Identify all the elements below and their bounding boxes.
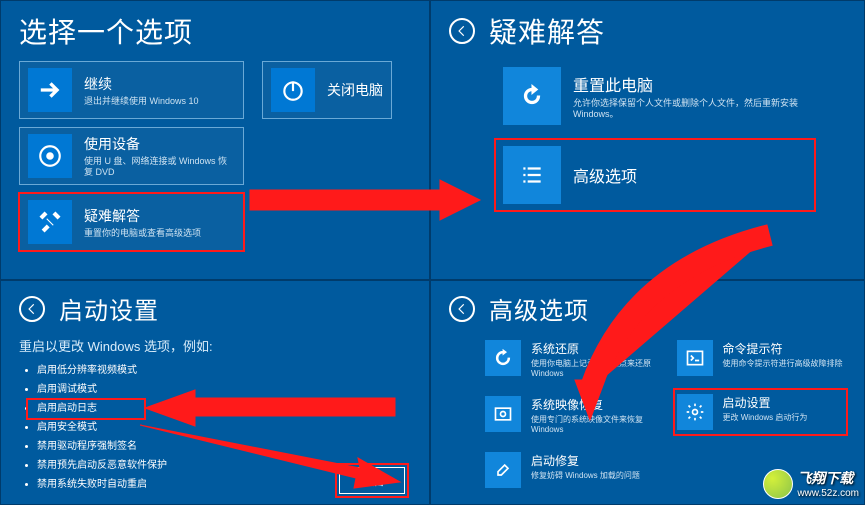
- watermark: 飞翔下载 www.52z.com: [763, 468, 859, 499]
- tile-reset-desc: 允许你选择保留个人文件或删除个人文件，然后重新安装 Windows。: [573, 98, 803, 120]
- back-button[interactable]: [449, 296, 475, 322]
- tile-continue[interactable]: 继续 退出并继续使用 Windows 10: [19, 61, 244, 119]
- repair-desc: 修复妨碍 Windows 加载的问题: [531, 471, 640, 481]
- tile-troubleshoot-label: 疑难解答: [84, 206, 201, 226]
- back-button[interactable]: [449, 18, 475, 44]
- annotation-box: [26, 398, 146, 420]
- restore-icon: [485, 340, 521, 376]
- back-button[interactable]: [19, 296, 45, 322]
- panel1-title: 选择一个选项: [19, 11, 193, 51]
- list-icon: [503, 146, 561, 204]
- panel-choose-option: 选择一个选项 继续 退出并继续使用 Windows 10: [0, 0, 430, 280]
- power-icon: [271, 68, 315, 112]
- repair-label: 启动修复: [531, 452, 640, 469]
- tile-shutdown-label: 关闭电脑: [327, 80, 383, 100]
- tile-continue-desc: 退出并继续使用 Windows 10: [84, 96, 199, 107]
- panel3-subhead: 重启以更改 Windows 选项，例如:: [19, 336, 411, 355]
- list-item: 启用低分辨率视频模式: [37, 361, 411, 376]
- repair-icon: [485, 452, 521, 488]
- watermark-url: www.52z.com: [797, 488, 859, 499]
- tile-reset-label: 重置此电脑: [573, 72, 803, 96]
- panel2-title: 疑难解答: [489, 11, 605, 51]
- tile-continue-label: 继续: [84, 74, 199, 94]
- tile-device-desc: 使用 U 盘、网络连接或 Windows 恢复 DVD: [84, 156, 235, 178]
- watermark-text: 飞翔下载: [797, 470, 853, 486]
- tile-startup-repair[interactable]: 启动修复 修复妨碍 Windows 加载的问题: [483, 448, 655, 492]
- tile-device-label: 使用设备: [84, 134, 235, 154]
- tile-advanced-options[interactable]: 高级选项: [495, 139, 815, 211]
- tile-troubleshoot-desc: 重置你的电脑或查看高级选项: [84, 228, 201, 239]
- tools-icon: [28, 200, 72, 244]
- arrow-right-icon: [28, 68, 72, 112]
- tile-advanced-label: 高级选项: [573, 163, 637, 187]
- annotation-arrow: [570, 230, 780, 425]
- tile-use-device[interactable]: 使用设备 使用 U 盘、网络连接或 Windows 恢复 DVD: [19, 127, 244, 185]
- image-icon: [485, 396, 521, 432]
- watermark-icon: [763, 469, 793, 499]
- tile-shutdown[interactable]: 关闭电脑: [262, 61, 392, 119]
- annotation-arrow: [140, 420, 400, 495]
- tile-reset-pc[interactable]: 重置此电脑 允许你选择保留个人文件或删除个人文件，然后重新安装 Windows。: [495, 61, 815, 131]
- tile-troubleshoot[interactable]: 疑难解答 重置你的电脑或查看高级选项: [19, 193, 244, 251]
- annotation-arrow: [250, 180, 480, 235]
- panel3-title: 启动设置: [59, 291, 159, 326]
- reset-icon: [503, 67, 561, 125]
- disc-icon: [28, 134, 72, 178]
